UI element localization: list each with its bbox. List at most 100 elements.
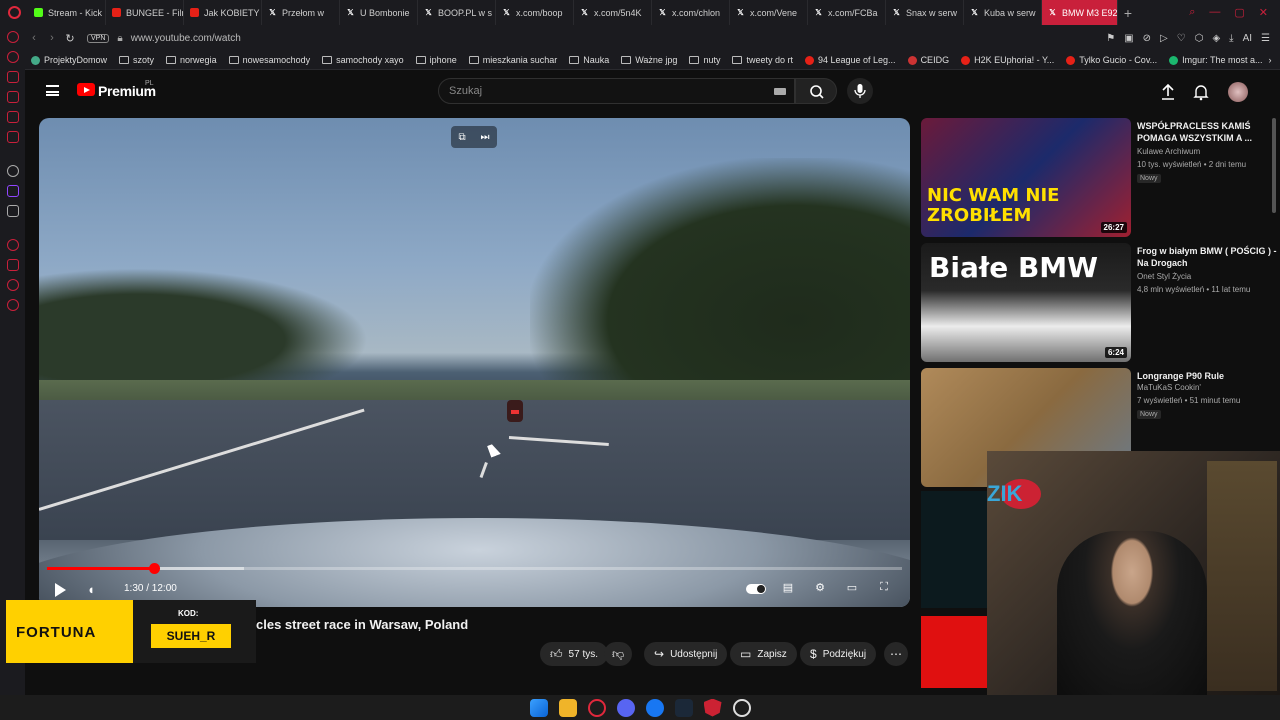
progress-scrubber[interactable] bbox=[148, 563, 160, 574]
share-button[interactable]: ↪ Udostępnij bbox=[644, 642, 728, 666]
bookmark-item[interactable]: szoty bbox=[113, 55, 160, 65]
history-icon[interactable] bbox=[6, 239, 19, 251]
browser-tab[interactable]: 𝕏 Kuba w serw bbox=[964, 0, 1042, 25]
chatgpt-icon[interactable] bbox=[6, 165, 19, 177]
windows-start-icon[interactable] bbox=[529, 698, 548, 717]
minimize-button[interactable]: — bbox=[1209, 6, 1220, 19]
browser-tab[interactable]: 𝕏x.com/5n4K bbox=[574, 0, 652, 25]
thanks-button[interactable]: $ Podziękuj bbox=[800, 642, 877, 666]
recommendation-item[interactable]: NIC WAM NIE ZROBIŁEM 26:27 WSPÓŁPRACLESS K… bbox=[921, 118, 1280, 238]
forward-button[interactable]: › bbox=[43, 32, 61, 44]
progress-bar[interactable] bbox=[47, 563, 902, 574]
theater-mode-icon[interactable]: ▭ bbox=[843, 581, 861, 597]
bookmark-item[interactable]: tweety do rt bbox=[726, 55, 799, 65]
browser-tab[interactable]: Jak KOBIETY bbox=[184, 0, 262, 25]
search-tabs-icon[interactable]: ⌕ bbox=[1189, 6, 1195, 19]
recommendation-thumbnail-partial[interactable] bbox=[921, 491, 987, 608]
twitch-icon[interactable] bbox=[6, 185, 19, 197]
browser-tab[interactable]: 𝕏x.com/Vene bbox=[730, 0, 808, 25]
bookmark-item[interactable]: Nauka bbox=[563, 55, 615, 65]
bookmarks-overflow-icon[interactable]: › bbox=[1269, 55, 1280, 65]
reload-button[interactable]: ↻ bbox=[61, 32, 79, 45]
volume-icon[interactable]: ◖ bbox=[87, 582, 101, 597]
close-window-button[interactable]: ✕ bbox=[1259, 6, 1268, 19]
obs-icon[interactable] bbox=[732, 698, 751, 717]
settings-icon[interactable] bbox=[6, 299, 19, 311]
opera-menu-icon[interactable] bbox=[0, 0, 28, 25]
browser-tab[interactable]: Stream - Kick bbox=[28, 0, 106, 25]
whatsapp-icon[interactable] bbox=[6, 91, 19, 103]
url-field[interactable]: www.youtube.com/watch bbox=[131, 33, 241, 44]
vk-icon[interactable] bbox=[6, 131, 19, 143]
vpn-badge[interactable]: VPN bbox=[87, 33, 110, 43]
channel-name[interactable]: MaTuKaS Cookin' bbox=[1137, 383, 1201, 392]
downloads-panel-icon[interactable] bbox=[6, 279, 19, 291]
subtitles-icon[interactable]: ▤ bbox=[779, 581, 797, 597]
browser-tab[interactable]: 𝕏 BOOP.PL w s bbox=[418, 0, 496, 25]
youtube-logo-icon[interactable] bbox=[77, 83, 95, 96]
recommendation-thumbnail[interactable]: NIC WAM NIE ZROBIŁEM 26:27 bbox=[921, 118, 1131, 237]
fullscreen-icon[interactable]: ⛶ bbox=[875, 581, 893, 597]
browser-tab[interactable]: 𝕏x.com/chlon bbox=[652, 0, 730, 25]
new-tab-button[interactable]: + bbox=[1118, 5, 1138, 21]
video-player[interactable]: ⧉ ⏭︎ ◖ 1:30 / 12:00 ▤ ⚙ ▭ ⛶ bbox=[39, 118, 910, 607]
browser-tab[interactable]: 𝕏 Przełom w bbox=[262, 0, 340, 25]
download-icon[interactable]: ⤓ bbox=[1229, 33, 1233, 44]
bookmark-item[interactable]: 94 League of Leg... bbox=[799, 55, 902, 65]
play-button[interactable] bbox=[55, 583, 66, 597]
upload-button[interactable] bbox=[1158, 82, 1178, 102]
channel-name[interactable]: Onet Styl Życia bbox=[1137, 272, 1191, 281]
bookmark-item[interactable]: Imgur: The most a... bbox=[1163, 55, 1268, 65]
miniplayer-icon[interactable]: ⧉ bbox=[458, 132, 465, 143]
shield-app-icon[interactable] bbox=[703, 698, 722, 717]
aria-icon[interactable] bbox=[6, 51, 19, 63]
browser-tab[interactable]: 𝕏x.com/boop bbox=[496, 0, 574, 25]
facebook-icon[interactable] bbox=[645, 698, 664, 717]
browser-tab[interactable]: BUNGEE - Filmweb bbox=[106, 0, 184, 25]
recommendation-title[interactable]: WSPÓŁPRACLESS KAMIŚ POMAGA WSZYSTKIM A .… bbox=[1137, 120, 1277, 144]
steam-icon[interactable] bbox=[674, 698, 693, 717]
bookmark-item[interactable]: H2K EUphoria! - Y... bbox=[955, 55, 1060, 65]
bookmark-item[interactable]: CEIDG bbox=[902, 55, 956, 65]
save-button[interactable]: ▭ Zapisz bbox=[730, 642, 797, 666]
aria-ai-icon[interactable]: AI bbox=[1243, 33, 1252, 44]
messenger-icon[interactable] bbox=[6, 71, 19, 83]
bookmark-item[interactable]: ProjektyDomow bbox=[25, 55, 113, 65]
easy-setup-icon[interactable]: ☰ bbox=[1261, 33, 1270, 44]
instagram-icon[interactable] bbox=[6, 111, 19, 123]
recommendation-thumbnail-partial[interactable] bbox=[921, 616, 987, 688]
voice-search-button[interactable] bbox=[847, 78, 873, 104]
recommendation-thumbnail[interactable]: Białe BMW 6:24 bbox=[921, 243, 1131, 362]
recommendation-title[interactable]: Longrange P90 Rule bbox=[1137, 370, 1277, 382]
dislike-button[interactable]: 👎︎ bbox=[604, 642, 633, 666]
menu-icon[interactable] bbox=[46, 85, 59, 96]
bookmark-item[interactable]: nowesamochody bbox=[223, 55, 317, 65]
bookmarks-panel-icon[interactable] bbox=[6, 259, 19, 271]
search-button[interactable] bbox=[795, 78, 837, 104]
recommendation-item[interactable]: Białe BMW 6:24 Frog w białym BMW ( POŚCIG … bbox=[921, 243, 1280, 363]
heart-icon[interactable]: ♡ bbox=[1177, 33, 1186, 44]
opera-taskbar-icon[interactable] bbox=[587, 698, 606, 717]
player-icon[interactable]: ▷ bbox=[1160, 33, 1168, 44]
autoplay-toggle[interactable] bbox=[746, 584, 766, 594]
channel-name[interactable]: Kulawe Archiwum bbox=[1137, 147, 1200, 156]
next-video-icon[interactable]: ⏭︎ bbox=[481, 132, 490, 143]
bookmark-item[interactable]: nuty bbox=[683, 55, 726, 65]
avatar[interactable] bbox=[1228, 82, 1248, 102]
more-actions-button[interactable]: ⋯ bbox=[884, 642, 908, 666]
discord-icon[interactable] bbox=[616, 698, 635, 717]
bookmark-item[interactable]: iphone bbox=[410, 55, 463, 65]
settings-gear-icon[interactable]: ⚙ bbox=[811, 581, 829, 597]
browser-tab[interactable]: 𝕏 Snax w serw bbox=[886, 0, 964, 25]
bookmark-item[interactable]: Tylko Gucio - Cov... bbox=[1060, 55, 1163, 65]
bookmark-icon[interactable]: ⚑ bbox=[1106, 33, 1115, 44]
search-input[interactable]: Szukaj bbox=[438, 78, 795, 104]
browser-tab[interactable]: 𝕏 U Bombonie bbox=[340, 0, 418, 25]
bookmark-item[interactable]: samochody xayo bbox=[316, 55, 410, 65]
snapshot-icon[interactable]: ▣ bbox=[1124, 33, 1133, 44]
adblock-icon[interactable]: ⊘ bbox=[1143, 33, 1151, 44]
keyboard-icon[interactable] bbox=[774, 88, 786, 95]
file-explorer-icon[interactable] bbox=[558, 698, 577, 717]
opera-home-icon[interactable] bbox=[6, 31, 19, 43]
x-twitter-icon[interactable] bbox=[6, 205, 19, 217]
